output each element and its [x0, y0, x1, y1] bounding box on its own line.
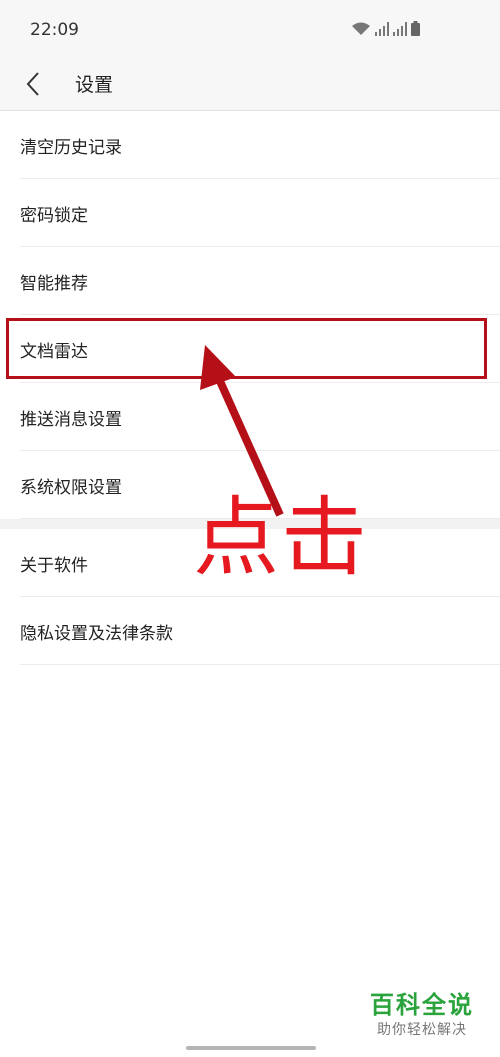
wifi-icon [352, 22, 370, 35]
signal-icon [393, 22, 407, 36]
home-indicator[interactable] [186, 1046, 316, 1050]
setting-privacy-legal[interactable]: 隐私设置及法律条款 [0, 597, 500, 665]
signal-icon [375, 22, 389, 36]
setting-clear-history[interactable]: 清空历史记录 [0, 111, 500, 179]
watermark-subtitle: 助你轻松解决 [377, 1022, 467, 1038]
watermark-logo: 百科全说 助你轻松解决 [362, 990, 482, 1045]
page-title: 设置 [75, 74, 114, 96]
annotation-click-text: 点击 [193, 488, 369, 588]
status-time: 22:09 [30, 20, 79, 40]
battery-icon [411, 21, 420, 36]
status-icons [351, 21, 420, 36]
setting-password-lock[interactable]: 密码锁定 [0, 179, 500, 247]
back-arrow-icon[interactable] [22, 70, 46, 98]
setting-smart-recommend[interactable]: 智能推荐 [0, 247, 500, 315]
setting-document-radar[interactable]: 文档雷达 [0, 315, 500, 383]
status-bar: 22:09 [0, 0, 500, 60]
setting-push-notifications[interactable]: 推送消息设置 [0, 383, 500, 451]
watermark-title: 百科全说 [370, 991, 474, 1019]
header: 设置 [0, 60, 500, 111]
